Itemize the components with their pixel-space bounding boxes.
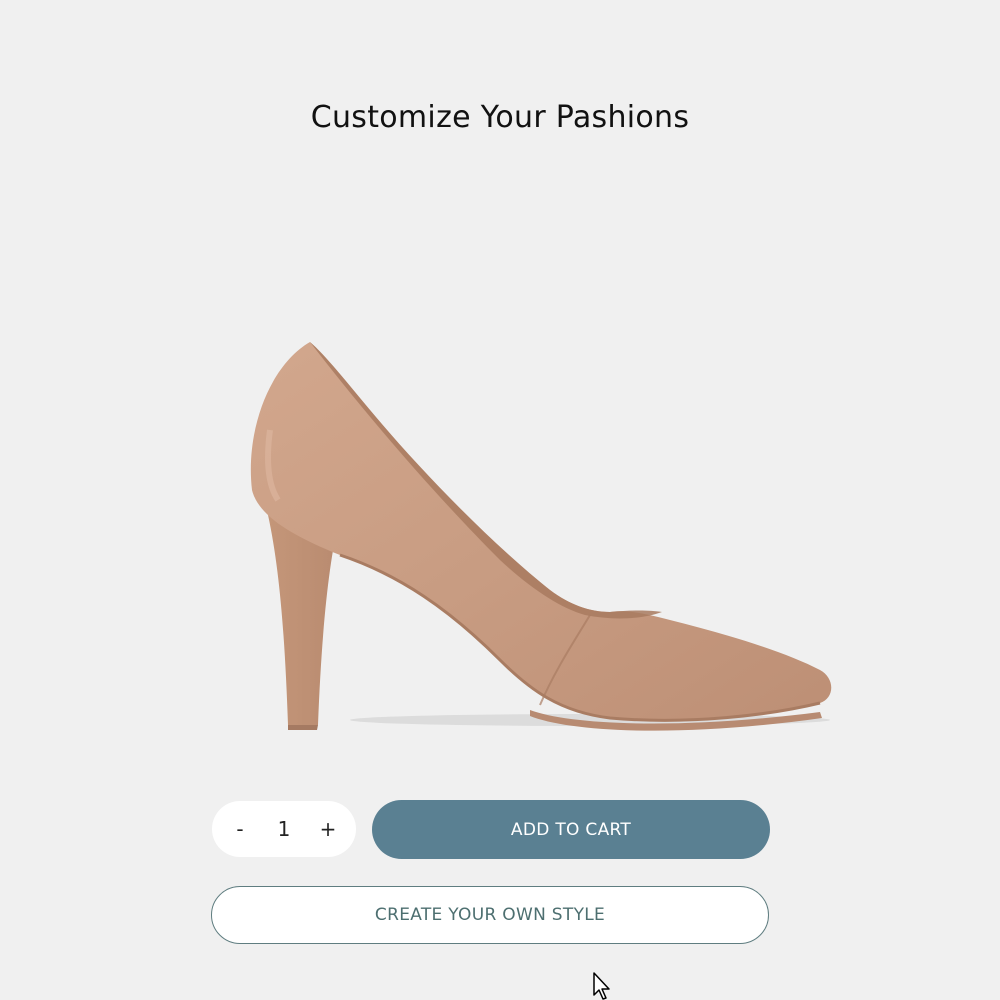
mouse-pointer-icon bbox=[593, 972, 610, 1000]
increment-button[interactable]: + bbox=[310, 809, 346, 849]
add-to-cart-button[interactable]: ADD TO CART bbox=[372, 800, 770, 859]
quantity-stepper: - 1 + bbox=[212, 801, 356, 857]
shoe-product-image bbox=[250, 342, 832, 731]
decrement-button[interactable]: - bbox=[222, 809, 258, 849]
quantity-value[interactable]: 1 bbox=[258, 817, 310, 841]
product-page: Customize Your Pashions - 1 + ADD TO CAR… bbox=[0, 0, 1000, 1000]
page-title: Customize Your Pashions bbox=[310, 100, 690, 135]
create-your-own-style-button[interactable]: CREATE YOUR OWN STYLE bbox=[211, 886, 769, 944]
